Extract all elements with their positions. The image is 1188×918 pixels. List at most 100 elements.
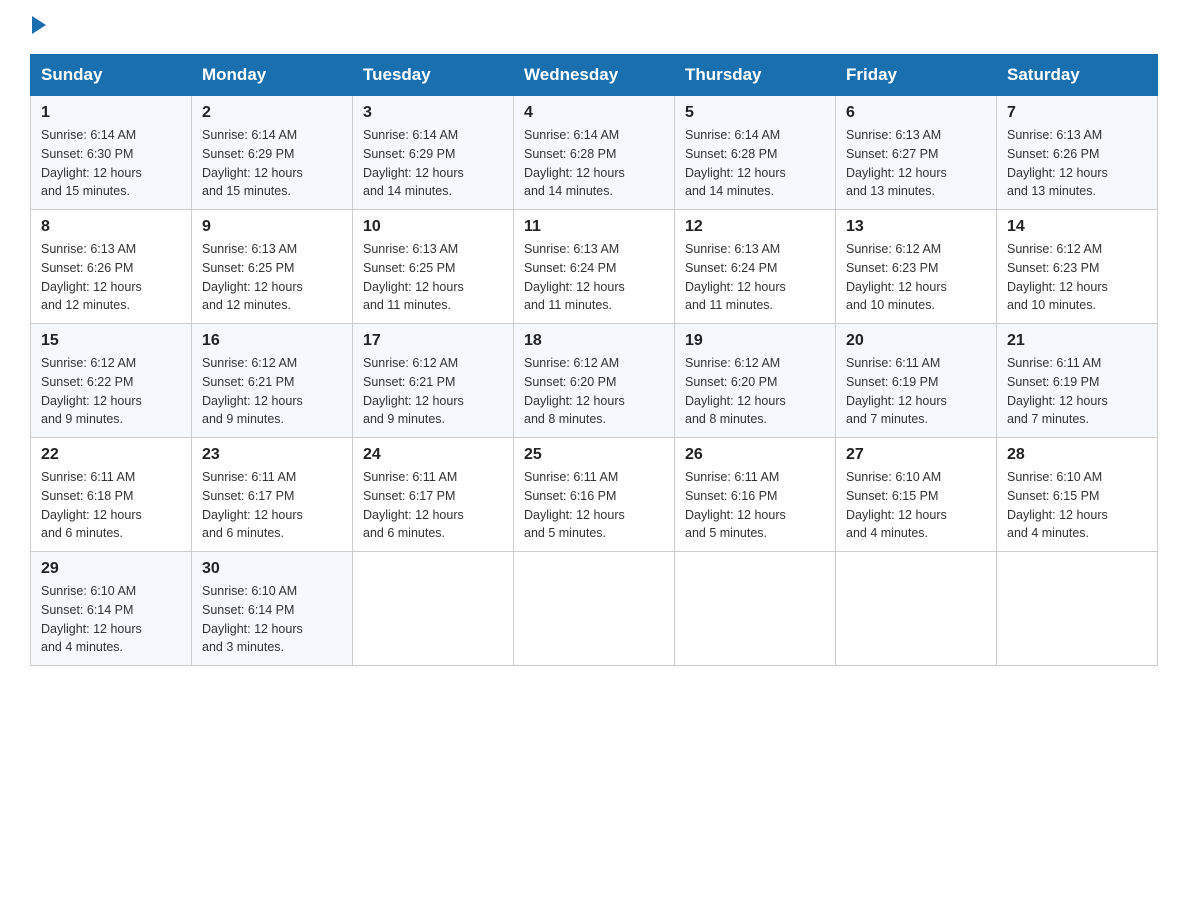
calendar-week-row: 1 Sunrise: 6:14 AMSunset: 6:30 PMDaylight… [31,96,1158,210]
calendar-cell: 4Sunrise: 6:14 AMSunset: 6:28 PMDaylight… [514,96,675,210]
weekday-header-sunday: Sunday [31,55,192,96]
calendar-cell [675,552,836,666]
calendar-cell: 9Sunrise: 6:13 AMSunset: 6:25 PMDaylight… [192,210,353,324]
day-info: Sunrise: 6:13 AMSunset: 6:26 PMDaylight:… [41,240,181,315]
calendar-cell: 25 Sunrise: 6:11 AMSunset: 6:16 PMDayligh… [514,438,675,552]
day-number: 20 [846,332,986,350]
calendar-cell: 28Sunrise: 6:10 AMSunset: 6:15 PMDayligh… [997,438,1158,552]
day-number: 11 [524,218,664,236]
day-info: Sunrise: 6:12 AMSunset: 6:22 PMDaylight:… [41,354,181,429]
day-info: Sunrise: 6:11 AMSunset: 6:19 PMDaylight:… [1007,354,1147,429]
day-info: Sunrise: 6:12 AMSunset: 6:21 PMDaylight:… [363,354,503,429]
calendar-header-row: SundayMondayTuesdayWednesdayThursdayFrid… [31,55,1158,96]
day-number: 25 [524,446,664,464]
calendar-week-row: 8 Sunrise: 6:13 AMSunset: 6:26 PMDaylight… [31,210,1158,324]
day-info: Sunrise: 6:12 AMSunset: 6:21 PMDaylight:… [202,354,342,429]
day-info: Sunrise: 6:10 AMSunset: 6:15 PMDaylight:… [846,468,986,543]
calendar-cell: 13 Sunrise: 6:12 AMSunset: 6:23 PMDayligh… [836,210,997,324]
day-number: 10 [363,218,503,236]
calendar-cell: 7 Sunrise: 6:13 AMSunset: 6:26 PMDaylight… [997,96,1158,210]
day-number: 21 [1007,332,1147,350]
day-info: Sunrise: 6:13 AMSunset: 6:24 PMDaylight:… [524,240,664,315]
weekday-header-saturday: Saturday [997,55,1158,96]
calendar-cell [836,552,997,666]
day-number: 8 [41,218,181,236]
calendar-cell: 23 Sunrise: 6:11 AMSunset: 6:17 PMDayligh… [192,438,353,552]
calendar-cell: 24Sunrise: 6:11 AMSunset: 6:17 PMDayligh… [353,438,514,552]
day-info: Sunrise: 6:14 AMSunset: 6:29 PMDaylight:… [363,126,503,201]
day-info: Sunrise: 6:11 AMSunset: 6:18 PMDaylight:… [41,468,181,543]
calendar-week-row: 15Sunrise: 6:12 AMSunset: 6:22 PMDayligh… [31,324,1158,438]
day-number: 19 [685,332,825,350]
day-info: Sunrise: 6:10 AMSunset: 6:14 PMDaylight:… [41,582,181,657]
calendar-cell: 27Sunrise: 6:10 AMSunset: 6:15 PMDayligh… [836,438,997,552]
day-number: 29 [41,560,181,578]
calendar-cell: 1 Sunrise: 6:14 AMSunset: 6:30 PMDaylight… [31,96,192,210]
day-number: 2 [202,104,342,122]
day-info: Sunrise: 6:14 AMSunset: 6:28 PMDaylight:… [685,126,825,201]
calendar-cell [997,552,1158,666]
day-info: Sunrise: 6:10 AMSunset: 6:14 PMDaylight:… [202,582,342,657]
calendar-cell: 20 Sunrise: 6:11 AMSunset: 6:19 PMDayligh… [836,324,997,438]
day-number: 24 [363,446,503,464]
calendar-cell: 5 Sunrise: 6:14 AMSunset: 6:28 PMDaylight… [675,96,836,210]
calendar-cell [514,552,675,666]
day-info: Sunrise: 6:11 AMSunset: 6:19 PMDaylight:… [846,354,986,429]
calendar-cell: 11 Sunrise: 6:13 AMSunset: 6:24 PMDayligh… [514,210,675,324]
calendar-cell: 16 Sunrise: 6:12 AMSunset: 6:21 PMDayligh… [192,324,353,438]
calendar-cell: 18 Sunrise: 6:12 AMSunset: 6:20 PMDayligh… [514,324,675,438]
calendar-cell: 10 Sunrise: 6:13 AMSunset: 6:25 PMDayligh… [353,210,514,324]
day-number: 3 [363,104,503,122]
day-number: 18 [524,332,664,350]
day-number: 17 [363,332,503,350]
day-number: 1 [41,104,181,122]
day-info: Sunrise: 6:12 AMSunset: 6:23 PMDaylight:… [846,240,986,315]
day-info: Sunrise: 6:13 AMSunset: 6:26 PMDaylight:… [1007,126,1147,201]
calendar-cell: 8 Sunrise: 6:13 AMSunset: 6:26 PMDaylight… [31,210,192,324]
day-number: 23 [202,446,342,464]
day-number: 26 [685,446,825,464]
logo [30,20,46,34]
day-info: Sunrise: 6:13 AMSunset: 6:24 PMDaylight:… [685,240,825,315]
day-number: 7 [1007,104,1147,122]
calendar-week-row: 22 Sunrise: 6:11 AMSunset: 6:18 PMDayligh… [31,438,1158,552]
day-number: 16 [202,332,342,350]
calendar-cell: 21 Sunrise: 6:11 AMSunset: 6:19 PMDayligh… [997,324,1158,438]
weekday-header-monday: Monday [192,55,353,96]
calendar-cell: 26Sunrise: 6:11 AMSunset: 6:16 PMDayligh… [675,438,836,552]
calendar-cell: 2 Sunrise: 6:14 AMSunset: 6:29 PMDaylight… [192,96,353,210]
day-info: Sunrise: 6:13 AMSunset: 6:25 PMDaylight:… [202,240,342,315]
day-info: Sunrise: 6:11 AMSunset: 6:17 PMDaylight:… [202,468,342,543]
calendar-cell: 14 Sunrise: 6:12 AMSunset: 6:23 PMDayligh… [997,210,1158,324]
day-info: Sunrise: 6:12 AMSunset: 6:20 PMDaylight:… [685,354,825,429]
calendar-cell: 3 Sunrise: 6:14 AMSunset: 6:29 PMDaylight… [353,96,514,210]
day-number: 6 [846,104,986,122]
day-info: Sunrise: 6:13 AMSunset: 6:25 PMDaylight:… [363,240,503,315]
calendar-week-row: 29 Sunrise: 6:10 AMSunset: 6:14 PMDayligh… [31,552,1158,666]
day-number: 5 [685,104,825,122]
day-number: 22 [41,446,181,464]
day-info: Sunrise: 6:13 AMSunset: 6:27 PMDaylight:… [846,126,986,201]
day-number: 14 [1007,218,1147,236]
calendar-cell [353,552,514,666]
day-number: 12 [685,218,825,236]
day-info: Sunrise: 6:12 AMSunset: 6:23 PMDaylight:… [1007,240,1147,315]
day-info: Sunrise: 6:12 AMSunset: 6:20 PMDaylight:… [524,354,664,429]
calendar-cell: 29 Sunrise: 6:10 AMSunset: 6:14 PMDayligh… [31,552,192,666]
day-number: 13 [846,218,986,236]
calendar-cell: 19 Sunrise: 6:12 AMSunset: 6:20 PMDayligh… [675,324,836,438]
calendar-cell: 22 Sunrise: 6:11 AMSunset: 6:18 PMDayligh… [31,438,192,552]
day-number: 4 [524,104,664,122]
day-number: 30 [202,560,342,578]
calendar-cell: 17 Sunrise: 6:12 AMSunset: 6:21 PMDayligh… [353,324,514,438]
day-info: Sunrise: 6:11 AMSunset: 6:16 PMDaylight:… [524,468,664,543]
calendar-cell: 12 Sunrise: 6:13 AMSunset: 6:24 PMDayligh… [675,210,836,324]
weekday-header-friday: Friday [836,55,997,96]
calendar-table: SundayMondayTuesdayWednesdayThursdayFrid… [30,54,1158,666]
day-info: Sunrise: 6:14 AMSunset: 6:30 PMDaylight:… [41,126,181,201]
day-info: Sunrise: 6:14 AMSunset: 6:29 PMDaylight:… [202,126,342,201]
logo-arrow-icon [32,16,46,34]
calendar-cell: 6 Sunrise: 6:13 AMSunset: 6:27 PMDaylight… [836,96,997,210]
calendar-cell: 15Sunrise: 6:12 AMSunset: 6:22 PMDayligh… [31,324,192,438]
weekday-header-thursday: Thursday [675,55,836,96]
